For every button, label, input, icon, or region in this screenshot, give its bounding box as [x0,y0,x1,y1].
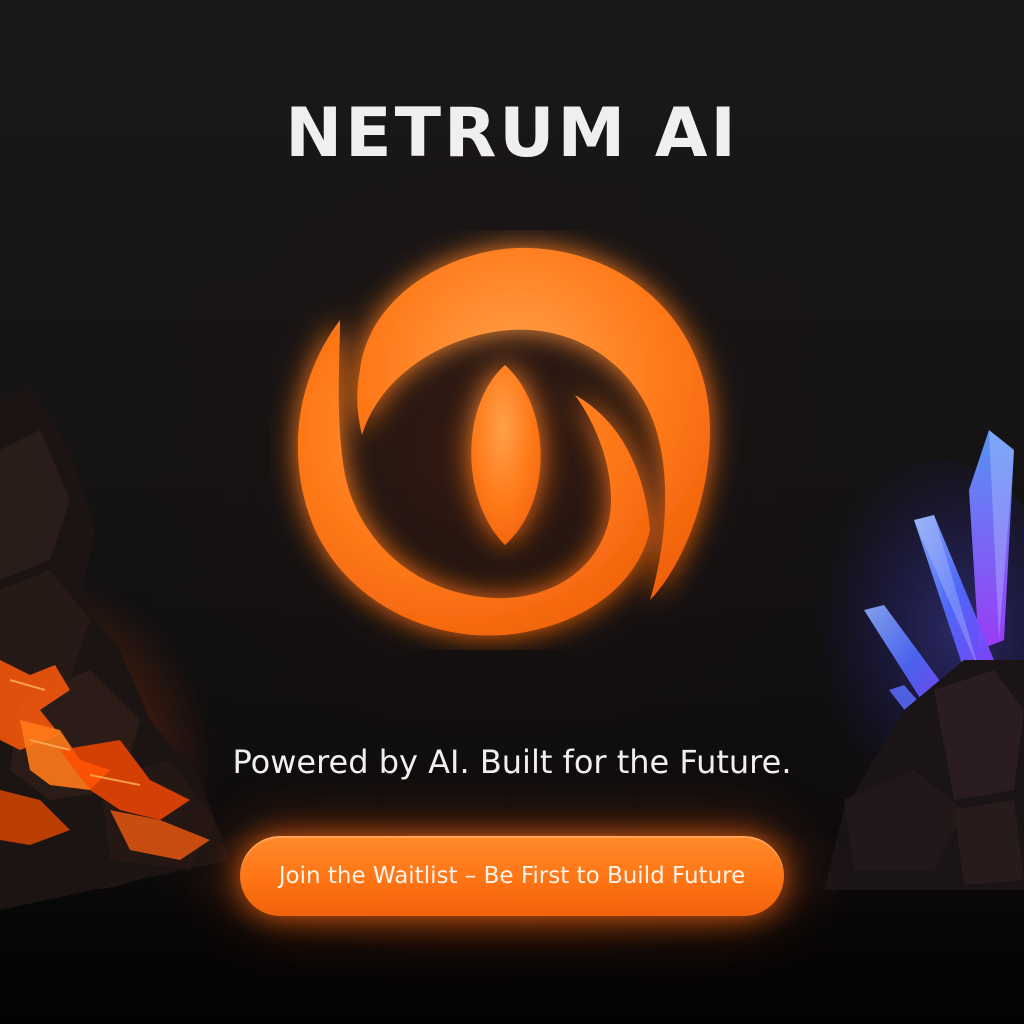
netrum-swirl-logo-icon [297,247,710,636]
landing-page: NETRUM AI Powered by AI. Built for the F… [0,0,1024,1024]
join-waitlist-button[interactable]: Join the Waitlist – Be First to Build Fu… [240,836,784,916]
lava-rocks-icon [0,390,250,910]
brand-title: NETRUM AI [285,94,739,173]
blue-crystals-icon [804,430,1024,890]
hero-tagline: Powered by AI. Built for the Future. [232,743,792,781]
